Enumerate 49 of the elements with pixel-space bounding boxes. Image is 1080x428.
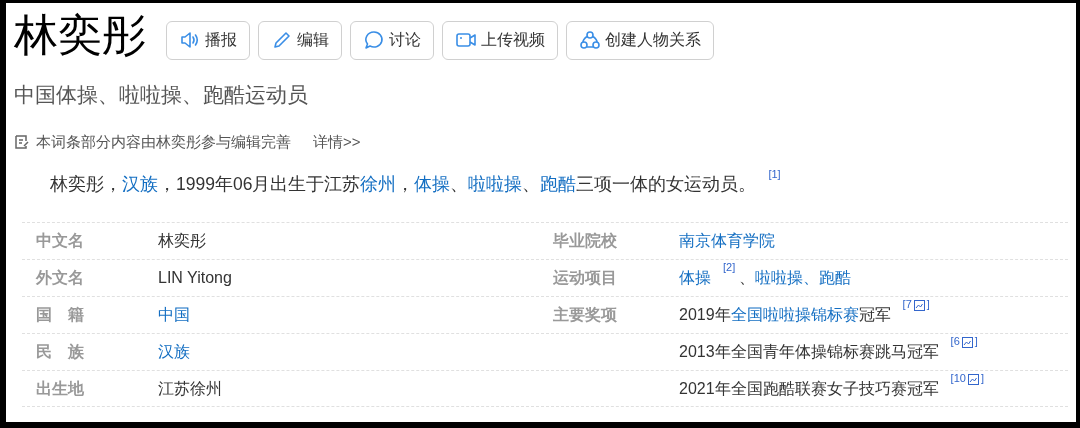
- chat-bubble-icon: [363, 29, 385, 51]
- citation-link[interactable]: [7 ]: [902, 298, 930, 311]
- citation-link[interactable]: [2]: [723, 261, 736, 274]
- citation-link[interactable]: [10 ]: [950, 371, 984, 384]
- value-link[interactable]: 体操: [679, 269, 711, 287]
- speaker-icon: [179, 29, 201, 51]
- image-icon: [967, 373, 979, 385]
- inline-link[interactable]: 体操: [414, 174, 451, 194]
- field-label: 民 族: [35, 342, 85, 363]
- field-label: 中文名: [35, 231, 85, 252]
- value-text: 2019年: [679, 306, 731, 324]
- field-label: 出生地: [35, 378, 85, 399]
- inline-link[interactable]: 啦啦操: [468, 174, 523, 194]
- pencil-icon: [271, 29, 293, 51]
- details-link[interactable]: 详情>>: [313, 130, 361, 153]
- action-button[interactable]: 创建人物关系: [566, 20, 714, 60]
- value-link[interactable]: 汉族: [158, 343, 190, 361]
- subtitle: 中国体操、啦啦操、跑酷运动员: [14, 82, 309, 108]
- value-text: 林奕彤: [158, 232, 206, 250]
- image-icon: [961, 337, 973, 348]
- page-title: 林奕彤: [14, 9, 146, 61]
- field-label: 毕业院校: [552, 231, 618, 252]
- document-icon: [14, 133, 30, 150]
- field-label: 国 籍: [35, 305, 85, 326]
- value-text: 2013年全国青年体操锦标赛跳马冠军: [679, 343, 939, 361]
- citation-link[interactable]: [6 ]: [950, 335, 978, 348]
- inline-link[interactable]: 徐州: [360, 174, 397, 194]
- action-button[interactable]: 上传视频: [442, 20, 558, 60]
- value-text: 2021年全国跑酷联赛女子技巧赛冠军: [679, 379, 939, 397]
- contributor-notice: 本词条部分内容由林奕彤参与编辑完善: [36, 131, 291, 152]
- action-button[interactable]: 讨论: [350, 20, 434, 60]
- action-button[interactable]: 播报: [166, 20, 250, 60]
- value-text: 、: [739, 269, 756, 287]
- field-label: 外文名: [34, 268, 85, 289]
- field-label: 运动项目: [552, 268, 618, 289]
- value-text: LIN Yitong: [158, 269, 232, 287]
- value-text: 江苏徐州: [158, 379, 222, 397]
- inline-link[interactable]: 跑酷: [540, 174, 577, 194]
- value-link[interactable]: 南京体育学院: [679, 232, 775, 250]
- field-label: 主要奖项: [552, 305, 618, 326]
- value-link[interactable]: 、跑酷: [803, 269, 852, 287]
- action-button[interactable]: 编辑: [258, 20, 342, 60]
- image-icon: [913, 300, 925, 311]
- value-text: 冠军: [858, 306, 891, 324]
- value-link[interactable]: 中国: [158, 306, 190, 324]
- people-network-icon: [579, 29, 601, 51]
- value-link[interactable]: 啦啦操: [755, 269, 804, 287]
- value-link[interactable]: 全国啦啦操锦标赛: [730, 306, 859, 324]
- inline-link[interactable]: 汉族: [122, 174, 158, 194]
